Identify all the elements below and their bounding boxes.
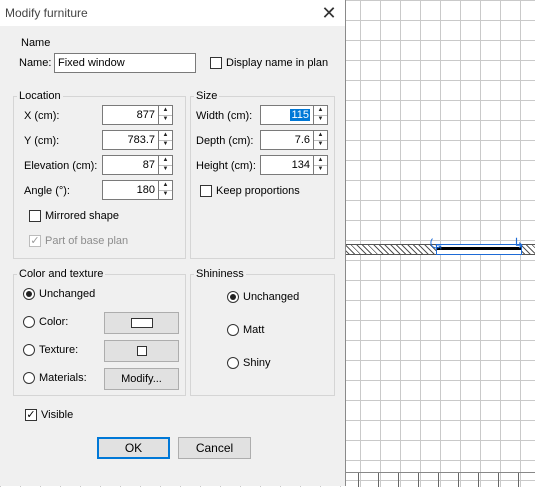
height-spinner[interactable]: 134 ▲ ▼ bbox=[260, 155, 328, 175]
plan-ruler bbox=[339, 472, 535, 487]
shininess-unchanged-label: Unchanged bbox=[243, 291, 300, 303]
angle-label: Angle (°): bbox=[24, 185, 70, 197]
shiny-radio[interactable] bbox=[227, 357, 239, 369]
width-value[interactable]: 115 bbox=[260, 105, 314, 125]
spin-down-icon[interactable]: ▼ bbox=[159, 165, 172, 174]
shininess-legend: Shininess bbox=[194, 267, 246, 281]
y-value[interactable]: 783.7 bbox=[102, 130, 159, 150]
angle-spinner[interactable]: 180 ▲ ▼ bbox=[102, 180, 173, 200]
name-label: Name: bbox=[19, 57, 52, 69]
texture-swatch-icon bbox=[136, 346, 147, 357]
modify-furniture-dialog: Modify furniture ✕ Name Name: Display na… bbox=[0, 0, 346, 486]
elevation-label: Elevation (cm): bbox=[24, 160, 98, 172]
width-value-text: 115 bbox=[290, 109, 310, 121]
color-button[interactable] bbox=[104, 312, 179, 334]
height-value[interactable]: 134 bbox=[260, 155, 314, 175]
keep-proportions-label: Keep proportions bbox=[216, 185, 300, 197]
unchanged-color-label: Unchanged bbox=[39, 288, 96, 300]
close-icon[interactable]: ✕ bbox=[319, 3, 339, 23]
title-bar[interactable]: Modify furniture ✕ bbox=[0, 0, 345, 26]
display-name-checkbox[interactable] bbox=[210, 57, 222, 69]
dialog-title: Modify furniture bbox=[5, 6, 88, 20]
color-radio[interactable] bbox=[23, 316, 35, 328]
x-label: X (cm): bbox=[24, 110, 60, 122]
materials-radio[interactable] bbox=[23, 372, 35, 384]
shininess-unchanged-radio[interactable] bbox=[227, 291, 239, 303]
spin-down-icon[interactable]: ▼ bbox=[314, 115, 327, 124]
height-label: Height (cm): bbox=[196, 160, 256, 172]
angle-value[interactable]: 180 bbox=[102, 180, 159, 200]
spin-down-icon[interactable]: ▼ bbox=[159, 115, 172, 124]
unchanged-color-radio[interactable] bbox=[23, 288, 35, 300]
materials-label: Materials: bbox=[39, 372, 87, 384]
base-plan-label: Part of base plan bbox=[45, 235, 129, 247]
resize-handle-icon[interactable]: ↳ bbox=[513, 236, 525, 250]
display-name-label: Display name in plan bbox=[226, 57, 329, 69]
spin-down-icon[interactable]: ▼ bbox=[314, 165, 327, 174]
mirrored-checkbox[interactable] bbox=[29, 210, 41, 222]
depth-spinner[interactable]: 7.6 ▲ ▼ bbox=[260, 130, 328, 150]
color-label: Color: bbox=[39, 316, 69, 328]
plan-window-selected[interactable] bbox=[436, 244, 522, 255]
spin-down-icon[interactable]: ▼ bbox=[159, 140, 172, 149]
texture-button[interactable] bbox=[104, 340, 179, 362]
rotate-handle-icon[interactable]: ⤿ bbox=[430, 237, 442, 251]
color-texture-legend: Color and texture bbox=[17, 267, 106, 281]
base-plan-checkbox: ✓ bbox=[29, 235, 41, 247]
texture-radio[interactable] bbox=[23, 344, 35, 356]
matt-radio[interactable] bbox=[227, 324, 239, 336]
shiny-label: Shiny bbox=[243, 357, 271, 369]
modify-materials-button[interactable]: Modify... bbox=[104, 368, 179, 390]
depth-value[interactable]: 7.6 bbox=[260, 130, 314, 150]
y-spinner[interactable]: 783.7 ▲ ▼ bbox=[102, 130, 173, 150]
visible-checkbox[interactable]: ✓ bbox=[25, 409, 37, 421]
name-input[interactable] bbox=[54, 53, 196, 73]
x-spinner[interactable]: 877 ▲ ▼ bbox=[102, 105, 173, 125]
keep-proportions-checkbox[interactable] bbox=[200, 185, 212, 197]
cancel-button[interactable]: Cancel bbox=[178, 437, 251, 459]
texture-label: Texture: bbox=[39, 344, 79, 356]
color-swatch-icon bbox=[130, 318, 153, 329]
depth-label: Depth (cm): bbox=[196, 135, 254, 147]
y-label: Y (cm): bbox=[24, 135, 60, 147]
width-spinner[interactable]: 115 ▲ ▼ bbox=[260, 105, 328, 125]
ok-button[interactable]: OK bbox=[97, 437, 170, 459]
elevation-value[interactable]: 87 bbox=[102, 155, 159, 175]
x-value[interactable]: 877 bbox=[102, 105, 159, 125]
name-group-legend: Name bbox=[21, 37, 51, 49]
mirrored-label: Mirrored shape bbox=[45, 210, 119, 222]
size-legend: Size bbox=[194, 89, 220, 103]
elevation-spinner[interactable]: 87 ▲ ▼ bbox=[102, 155, 173, 175]
width-label: Width (cm): bbox=[196, 110, 253, 122]
spin-down-icon[interactable]: ▼ bbox=[159, 190, 172, 199]
location-legend: Location bbox=[17, 89, 63, 103]
spin-down-icon[interactable]: ▼ bbox=[314, 140, 327, 149]
visible-label: Visible bbox=[41, 409, 74, 421]
matt-label: Matt bbox=[243, 324, 265, 336]
